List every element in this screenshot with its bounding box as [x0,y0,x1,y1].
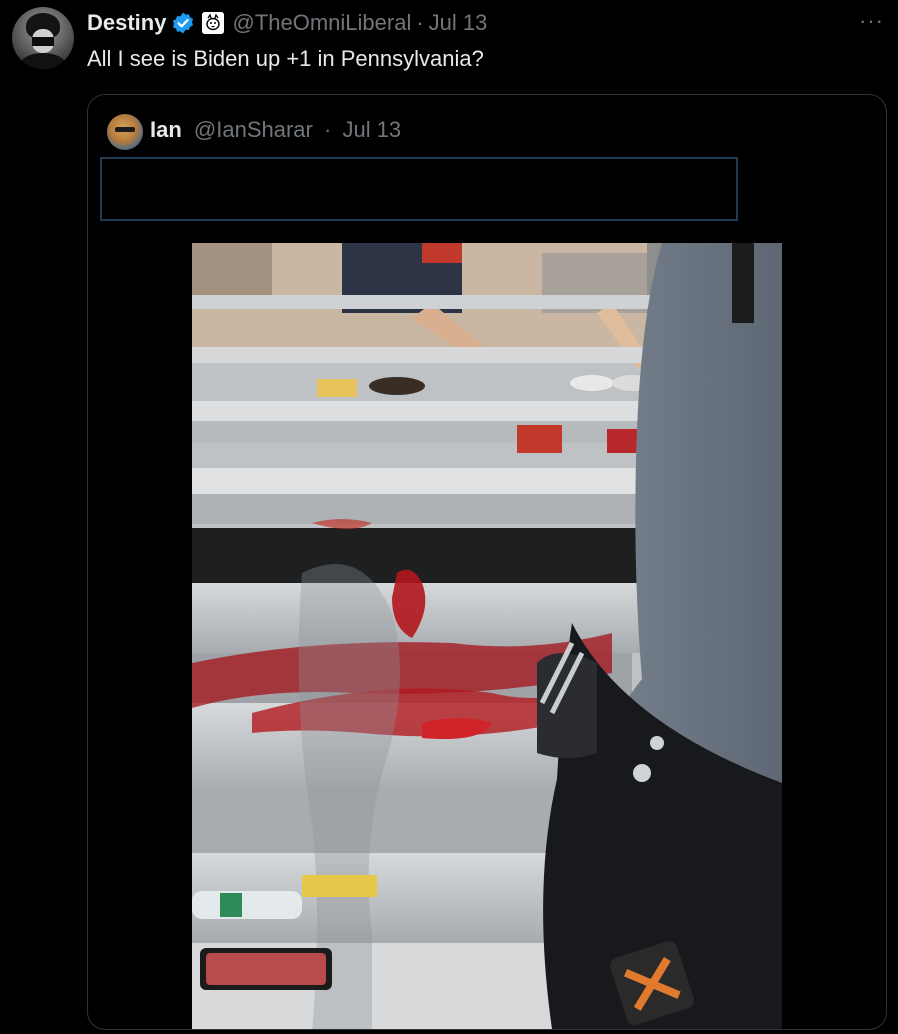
author-name[interactable]: Destiny [87,10,166,36]
quoted-author-avatar[interactable] [107,114,143,150]
quoted-tweet-date[interactable]: Jul 13 [342,117,401,142]
author-avatar[interactable] [12,7,74,69]
quoted-author-handle[interactable]: @IanSharar [194,117,313,142]
quoted-tweet-header: Ian @IanSharar · Jul 13 [150,117,401,143]
affiliate-badge-icon[interactable] [202,12,225,34]
bleachers-photo [192,243,782,1029]
verified-badge-icon[interactable] [171,11,195,35]
separator-dot: · [416,10,424,35]
quoted-tweet[interactable]: Ian @IanSharar · Jul 13 [87,94,887,1030]
tweet-header: Destiny @TheOmniLiberal · Jul 13 [87,9,487,37]
tweet-text: All I see is Biden up +1 in Pennsylvania… [87,46,484,71]
more-options-icon[interactable]: ··· [859,8,884,34]
quoted-media-image[interactable] [192,243,782,1029]
redacted-text-box [100,157,738,221]
tweet-date[interactable]: Jul 13 [429,10,488,36]
quoted-author-name[interactable]: Ian [150,117,182,142]
quoted-separator-dot: · [324,117,332,142]
author-handle[interactable]: @TheOmniLiberal [232,10,411,36]
tweet[interactable]: Destiny @TheOmniLiberal · Jul 13 ··· All… [0,0,898,1034]
